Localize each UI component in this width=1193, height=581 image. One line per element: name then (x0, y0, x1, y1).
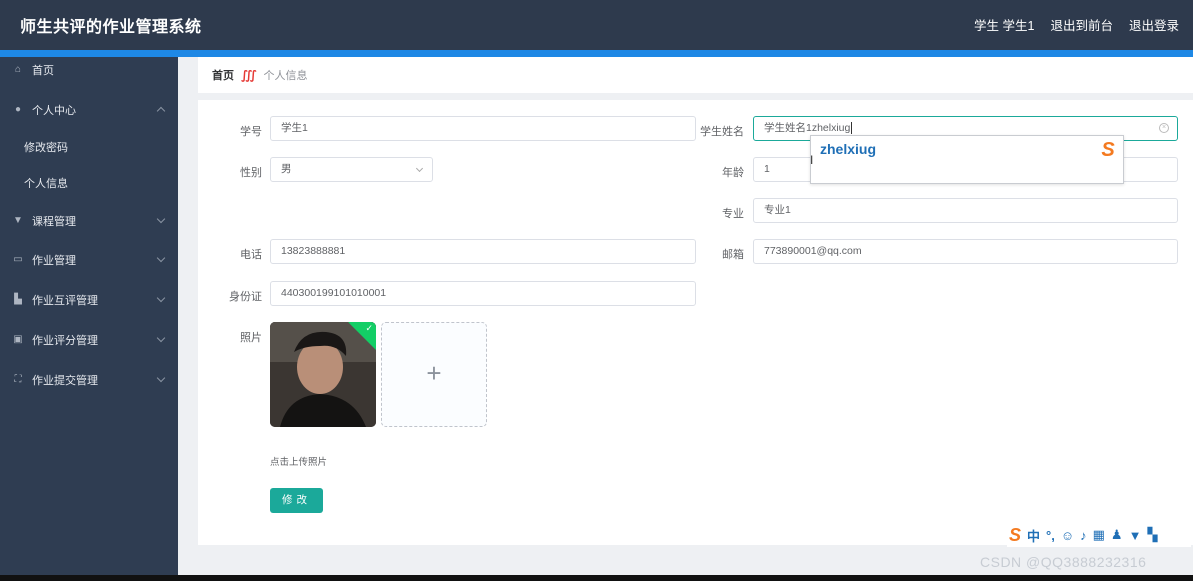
sidebar-item-label: 修改密码 (24, 142, 68, 154)
message-icon: ▭ (13, 254, 23, 265)
top-header: 师生共评的作业管理系统 学生 学生1 退出到前台 退出登录 (0, 0, 1193, 50)
exit-to-front-link[interactable]: 退出到前台 (1050, 15, 1113, 34)
keyboard-icon[interactable]: ▦ (1093, 527, 1105, 543)
skin-icon[interactable]: ▼ (1129, 528, 1142, 543)
user-label: 学生 学生1 (974, 19, 1035, 33)
sidebar-item-submission-mgmt[interactable]: ⛶ 作业提交管理 (0, 362, 178, 398)
sogou-logo-icon: S (1101, 139, 1115, 161)
phone-input[interactable]: 13823888881 (270, 239, 696, 264)
upload-tip: 点击上传照片 (270, 457, 328, 468)
thumb-icon: ▙ (14, 294, 22, 305)
user-icon[interactable]: ♟ (1111, 527, 1123, 543)
check-icon: ✓ (365, 323, 373, 333)
plus-icon: + (426, 358, 442, 388)
breadcrumb-current: 个人信息 (263, 70, 308, 82)
email-label: 邮箱 (722, 249, 744, 261)
sidebar-item-label: 作业评分管理 (32, 335, 98, 347)
sidebar-item-label: 个人信息 (24, 178, 68, 190)
header-actions: 学生 学生1 退出到前台 退出登录 (974, 15, 1179, 34)
chevron-down-icon (156, 253, 166, 263)
id-card-input[interactable]: 440300199101010001 (270, 281, 696, 306)
ime-mode-toggle[interactable]: 中 (1027, 526, 1040, 545)
email-input[interactable]: 773890001@qq.com (753, 239, 1178, 264)
chevron-down-icon (156, 373, 166, 383)
clear-icon[interactable]: × (1159, 123, 1169, 133)
chevron-down-icon (156, 214, 166, 224)
sidebar-item-personal-center[interactable]: ● 个人中心 (0, 92, 178, 128)
sidebar-item-homework-mgmt[interactable]: ▭ 作业管理 (0, 242, 178, 278)
breadcrumb-separator-icon: ∭ (241, 68, 257, 82)
text-cursor-icon: I (810, 153, 814, 167)
watermark: CSDN @QQ3888232316 (980, 554, 1147, 570)
logout-link[interactable]: 退出登录 (1129, 15, 1179, 34)
sogou-icon[interactable]: S (1009, 525, 1021, 546)
gender-label: 性别 (240, 167, 262, 179)
chevron-down-icon (156, 293, 166, 303)
sidebar-item-label: 首页 (32, 65, 54, 77)
sidebar-item-label: 作业互评管理 (32, 295, 98, 307)
gender-select[interactable]: 男 (270, 157, 433, 182)
sidebar-item-peer-review-mgmt[interactable]: ▙ 作业互评管理 (0, 282, 178, 318)
age-label: 年龄 (722, 167, 744, 179)
sidebar-item-course-mgmt[interactable]: ▼ 课程管理 (0, 203, 178, 239)
ime-toolbar: S 中 °, ☺ ♪ ▦ ♟ ▼ ▚ (1007, 523, 1191, 547)
microphone-icon[interactable]: ♪ (1080, 528, 1087, 543)
course-icon: ▼ (13, 215, 23, 226)
breadcrumb: 首页 ∭ 个人信息 (198, 57, 1193, 93)
app-title: 师生共评的作业管理系统 (20, 19, 202, 36)
portrait-image (270, 322, 376, 427)
photo-upload-button[interactable]: + (381, 322, 487, 427)
header-accent-bar (0, 50, 1193, 57)
phone-label: 电话 (240, 249, 262, 261)
sidebar-item-change-password[interactable]: 修改密码 (0, 129, 178, 165)
uploaded-photo[interactable]: ✓ (270, 322, 376, 427)
chevron-down-icon (415, 164, 424, 173)
sidebar-item-label: 作业管理 (32, 255, 76, 267)
fullscreen-icon: ⛶ (14, 374, 22, 385)
ime-candidate-popup: zhelxiug S (810, 135, 1124, 184)
submit-button[interactable]: 修改 (270, 488, 323, 513)
chevron-up-icon (156, 106, 166, 116)
punctuation-icon[interactable]: °, (1046, 528, 1055, 543)
sidebar-item-grading-mgmt[interactable]: ▣ 作业评分管理 (0, 322, 178, 358)
breadcrumb-home[interactable]: 首页 (212, 67, 234, 83)
ime-candidate[interactable]: zhelxiug (820, 141, 876, 157)
sidebar-item-label: 个人中心 (32, 105, 76, 117)
user-icon: ● (14, 104, 22, 115)
id-card-label: 身份证 (229, 291, 262, 303)
student-id-label: 学号 (240, 126, 262, 138)
taskbar-strip (0, 575, 1193, 581)
sidebar-item-label: 课程管理 (32, 216, 76, 228)
emoji-icon[interactable]: ☺ (1061, 528, 1074, 543)
student-name-label: 学生姓名 (700, 126, 744, 138)
photo-label: 照片 (240, 332, 262, 344)
chevron-down-icon (156, 333, 166, 343)
major-input[interactable]: 专业1 (753, 198, 1178, 223)
major-label: 专业 (722, 208, 744, 220)
sidebar-item-personal-info[interactable]: 个人信息 (0, 165, 178, 201)
text-caret (851, 122, 853, 135)
sidebar-item-home[interactable]: ⌂ 首页 (0, 52, 178, 88)
sidebar: ⌂ 首页 ● 个人中心 修改密码 个人信息 ▼ 课程管理 ▭ 作业管理 ▙ 作业… (0, 57, 178, 575)
clipboard-icon: ▣ (13, 334, 23, 345)
sidebar-item-label: 作业提交管理 (32, 375, 98, 387)
student-id-input[interactable]: 学生1 (270, 116, 696, 141)
grid-icon[interactable]: ▚ (1147, 527, 1157, 543)
home-icon: ⌂ (14, 64, 22, 75)
